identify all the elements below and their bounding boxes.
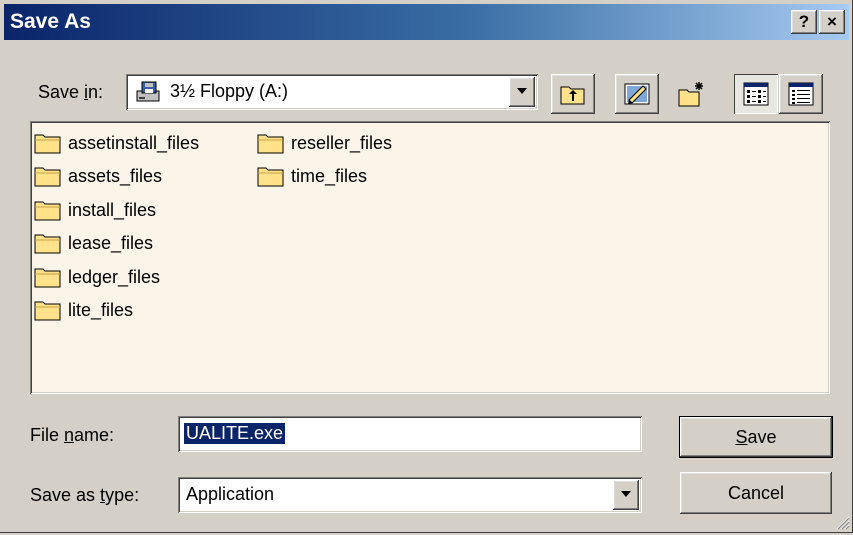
save-in-dropdown[interactable]: 3½ Floppy (A:) bbox=[126, 74, 538, 110]
folder-name: ledger_files bbox=[68, 266, 161, 287]
save-as-type-value: Application bbox=[186, 484, 275, 504]
list-view-button[interactable] bbox=[734, 74, 778, 114]
file-name-value: UALITE.exe bbox=[184, 423, 286, 444]
help-icon: ? bbox=[798, 12, 810, 31]
folder-name: time_files bbox=[291, 165, 368, 186]
file-name-label: File name: bbox=[30, 425, 115, 445]
help-button[interactable]: ? bbox=[791, 10, 817, 34]
list-item[interactable]: ledger_files bbox=[34, 262, 160, 292]
folder-icon bbox=[257, 132, 285, 154]
title-bar[interactable]: Save As ? × bbox=[4, 4, 849, 40]
list-item[interactable]: time_files bbox=[257, 161, 367, 191]
save-in-value: 3½ Floppy (A:) bbox=[170, 81, 289, 101]
list-item[interactable]: lease_files bbox=[34, 228, 153, 258]
resize-grip[interactable] bbox=[834, 514, 850, 530]
folder-name: install_files bbox=[68, 199, 157, 220]
list-item[interactable]: install_files bbox=[34, 195, 156, 225]
cancel-button[interactable]: Cancel bbox=[680, 472, 832, 514]
save-as-type-label: Save as type: bbox=[30, 485, 140, 505]
folder-icon bbox=[34, 165, 62, 187]
close-button[interactable]: × bbox=[819, 10, 845, 34]
folder-name: lite_files bbox=[68, 299, 134, 320]
folder-name: reseller_files bbox=[291, 132, 393, 153]
save-button-accel: S bbox=[735, 427, 748, 447]
close-icon: × bbox=[827, 12, 837, 31]
desktop-button[interactable] bbox=[615, 74, 659, 114]
floppy-drive-icon bbox=[135, 80, 161, 109]
folder-icon bbox=[34, 266, 62, 288]
folder-name: lease_files bbox=[68, 232, 154, 253]
folder-icon bbox=[257, 165, 285, 187]
folder-icon bbox=[34, 232, 62, 254]
save-as-dialog: Save As ? × Save in: 3½ Floppy (A:) asse… bbox=[0, 0, 853, 533]
folder-icon bbox=[34, 132, 62, 154]
folder-icon bbox=[34, 299, 62, 321]
save-as-type-dropdown[interactable]: Application bbox=[178, 477, 642, 513]
list-item[interactable]: lite_files bbox=[34, 295, 133, 325]
details-view-button[interactable] bbox=[779, 74, 823, 114]
window-title: Save As bbox=[10, 10, 91, 33]
save-in-label: Save in: bbox=[38, 82, 104, 102]
folder-name: assets_files bbox=[68, 165, 163, 186]
folder-name: assetinstall_files bbox=[68, 132, 200, 153]
details-view-icon bbox=[788, 82, 814, 111]
new-folder-icon bbox=[677, 80, 707, 113]
new-folder-button[interactable] bbox=[669, 74, 713, 114]
list-view-icon bbox=[743, 82, 769, 111]
list-item[interactable]: assetinstall_files bbox=[34, 128, 199, 158]
save-as-type-dropdown-arrow[interactable] bbox=[613, 480, 639, 510]
file-name-input[interactable]: UALITE.exe bbox=[178, 416, 642, 452]
up-one-level-icon bbox=[560, 82, 586, 111]
list-item[interactable]: reseller_files bbox=[257, 128, 392, 158]
save-button[interactable]: Save bbox=[680, 417, 832, 457]
cancel-button-label: Cancel bbox=[727, 483, 785, 503]
list-item[interactable]: assets_files bbox=[34, 161, 162, 191]
file-list[interactable]: assetinstall_files assets_files install_… bbox=[30, 121, 830, 394]
desktop-icon bbox=[623, 80, 651, 113]
up-one-level-button[interactable] bbox=[551, 74, 595, 114]
save-button-label: ave bbox=[747, 427, 777, 447]
folder-icon bbox=[34, 199, 62, 221]
save-in-dropdown-arrow[interactable] bbox=[509, 77, 535, 107]
